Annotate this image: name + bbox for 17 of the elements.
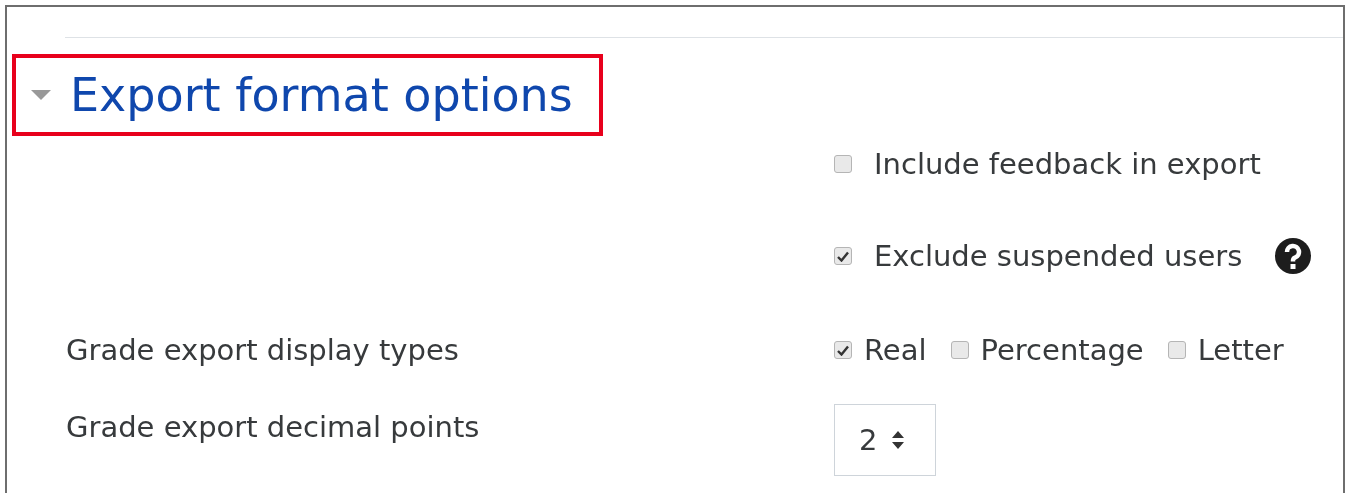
checkbox-label: Letter	[1197, 333, 1284, 367]
checkbox[interactable]	[950, 341, 969, 359]
checkbox-label: Exclude suspended users	[874, 239, 1243, 273]
field-label: Grade export decimal points	[66, 410, 480, 444]
checkbox-label: Percentage	[980, 333, 1144, 367]
sort-icon	[891, 430, 906, 450]
checkbox[interactable]	[834, 247, 852, 265]
checkbox-label: Real	[864, 333, 927, 367]
help-icon[interactable]	[1274, 237, 1313, 275]
checkbox-label: Include feedback in export	[874, 147, 1261, 181]
caret-icon[interactable]	[30, 89, 52, 101]
field-label: Grade export display types	[66, 333, 459, 367]
checkbox[interactable]	[834, 341, 852, 359]
checkbox[interactable]	[1167, 341, 1186, 359]
select-field[interactable]: 2	[834, 404, 936, 476]
section-title[interactable]: Export format options	[70, 68, 573, 122]
checkbox[interactable]	[834, 155, 852, 173]
